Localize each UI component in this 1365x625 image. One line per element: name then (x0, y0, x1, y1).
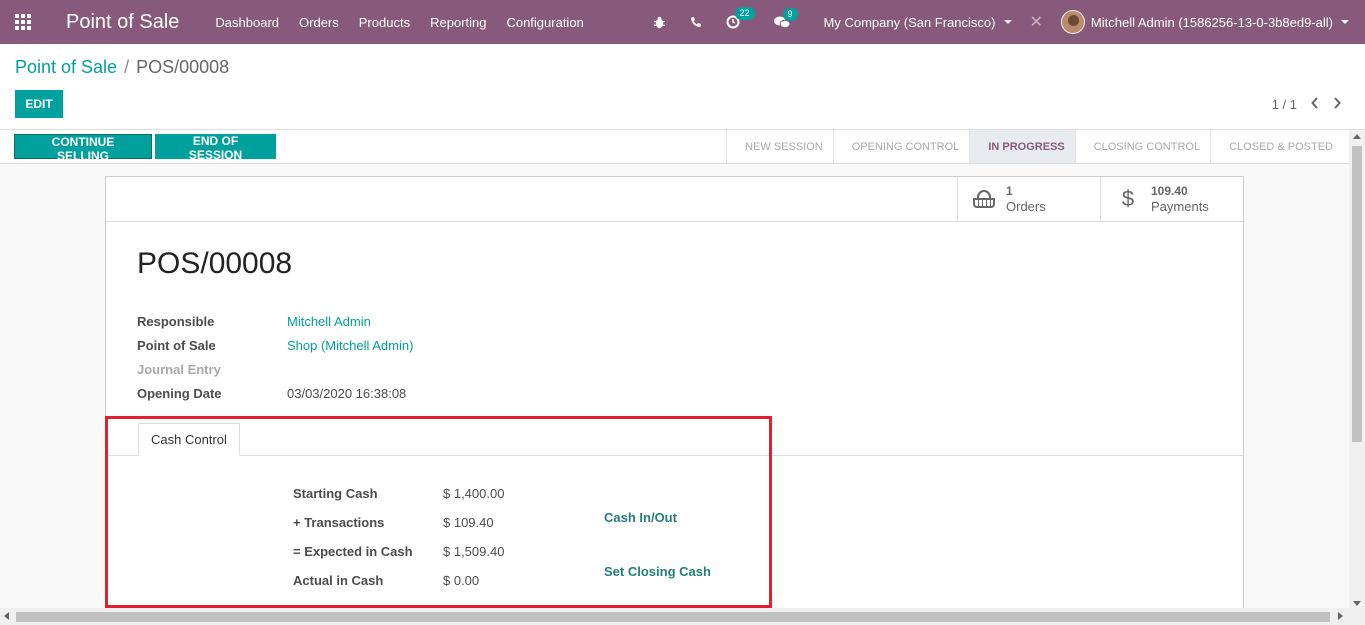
bug-icon[interactable] (653, 16, 666, 29)
responsible-value[interactable]: Mitchell Admin (287, 314, 371, 329)
pos-label: Point of Sale (137, 337, 216, 353)
field-journal-entry: Journal Entry (137, 357, 413, 381)
opening-value: 03/03/2020 16:38:08 (287, 385, 407, 401)
activity-badge: 22 (734, 7, 755, 20)
chevron-right-icon[interactable] (1333, 96, 1341, 112)
apps-icon[interactable] (0, 0, 46, 44)
breadcrumb-current: POS/00008 (136, 57, 230, 77)
vertical-scrollbar[interactable] (1349, 130, 1365, 610)
chevron-left-icon[interactable] (1311, 96, 1319, 112)
phone-icon[interactable] (690, 16, 702, 28)
pager: 1 / 1 (1272, 96, 1341, 112)
chat-icon[interactable]: 9 (773, 7, 798, 29)
payments-amount: 109.40 (1151, 184, 1188, 198)
pager-value[interactable]: 1 / 1 (1272, 97, 1297, 112)
continue-selling-button[interactable]: CONTINUE SELLING (14, 134, 152, 163)
orders-count: 1 (1006, 184, 1013, 198)
annotation-highlight-box (105, 416, 772, 608)
close-icon[interactable]: ✕ (1030, 12, 1043, 32)
end-of-session-button[interactable]: END OF SESSION (155, 134, 276, 162)
navbar-right: 22 9 My Company (San Francisco) ✕ Mitche… (641, 0, 1365, 44)
chevron-down-icon (1341, 20, 1349, 24)
field-responsible: Responsible Mitchell Admin (137, 309, 413, 333)
responsible-label: Responsible (137, 313, 215, 329)
menu-configuration[interactable]: Configuration (506, 15, 583, 30)
horizontal-scrollbar[interactable] (0, 608, 1365, 625)
scroll-left-icon[interactable] (4, 612, 9, 620)
menu-reporting[interactable]: Reporting (430, 15, 486, 30)
stage-pipeline: NEW SESSION OPENING CONTROL IN PROGRESS … (726, 130, 1349, 163)
app-title[interactable]: Point of Sale (66, 11, 179, 34)
opening-label: Opening Date (137, 385, 222, 401)
basket-icon (972, 190, 996, 208)
payments-label: Payments (1151, 199, 1209, 214)
breadcrumb-separator: / (124, 57, 130, 77)
edit-button[interactable]: EDIT (15, 90, 63, 118)
field-point-of-sale: Point of Sale Shop (Mitchell Admin) (137, 333, 413, 357)
record-title: POS/00008 (137, 247, 293, 280)
scroll-up-icon[interactable] (1353, 134, 1361, 139)
menu-dashboard[interactable]: Dashboard (215, 15, 279, 30)
menu-orders[interactable]: Orders (299, 15, 339, 30)
messages-badge: 9 (782, 7, 798, 21)
smart-button-box: 1 Orders $ 109.40 Payments (957, 177, 1243, 221)
stage-in-progress: IN PROGRESS (969, 130, 1075, 163)
avatar (1060, 10, 1085, 34)
chevron-down-icon (1003, 20, 1012, 24)
user-name: Mitchell Admin (1586256-13-0-3b8ed9-all) (1090, 14, 1333, 30)
activity-icon[interactable]: 22 (726, 7, 755, 29)
pos-value[interactable]: Shop (Mitchell Admin) (287, 338, 413, 353)
orders-label: Orders (1006, 199, 1046, 214)
scroll-down-icon[interactable] (1353, 601, 1361, 606)
stage-closing-control: CLOSING CONTROL (1074, 130, 1210, 163)
breadcrumb: Point of Sale / POS/00008 (15, 57, 229, 78)
horizontal-scroll-thumb[interactable] (16, 612, 1330, 622)
journal-label: Journal Entry (137, 361, 221, 377)
stage-closed-posted: CLOSED & POSTED (1210, 130, 1349, 163)
form-statusbar: CONTINUE SELLING END OF SESSION NEW SESS… (0, 130, 1349, 164)
control-panel: Point of Sale / POS/00008 EDIT 1 / 1 (0, 44, 1365, 130)
field-opening-date: Opening Date 03/03/2020 16:38:08 (137, 381, 413, 405)
stage-new-session: NEW SESSION (726, 130, 833, 163)
payments-smart-button[interactable]: $ 109.40 Payments (1100, 177, 1243, 221)
top-navbar: Point of Sale Dashboard Orders Products … (0, 0, 1365, 44)
sheet-divider (106, 221, 1243, 222)
stage-opening-control: OPENING CONTROL (832, 130, 970, 163)
company-name: My Company (San Francisco) (823, 14, 996, 30)
company-switcher[interactable]: My Company (San Francisco) (824, 15, 1012, 30)
user-menu[interactable]: Mitchell Admin (1586256-13-0-3b8ed9-all) (1060, 10, 1349, 34)
breadcrumb-parent[interactable]: Point of Sale (15, 57, 117, 78)
scroll-right-icon[interactable] (1338, 612, 1343, 620)
orders-smart-button[interactable]: 1 Orders (957, 177, 1100, 221)
session-fields: Responsible Mitchell Admin Point of Sale… (137, 309, 413, 405)
menu-products[interactable]: Products (359, 15, 410, 30)
dollar-icon: $ (1121, 186, 1135, 211)
vertical-scroll-thumb[interactable] (1352, 146, 1362, 442)
